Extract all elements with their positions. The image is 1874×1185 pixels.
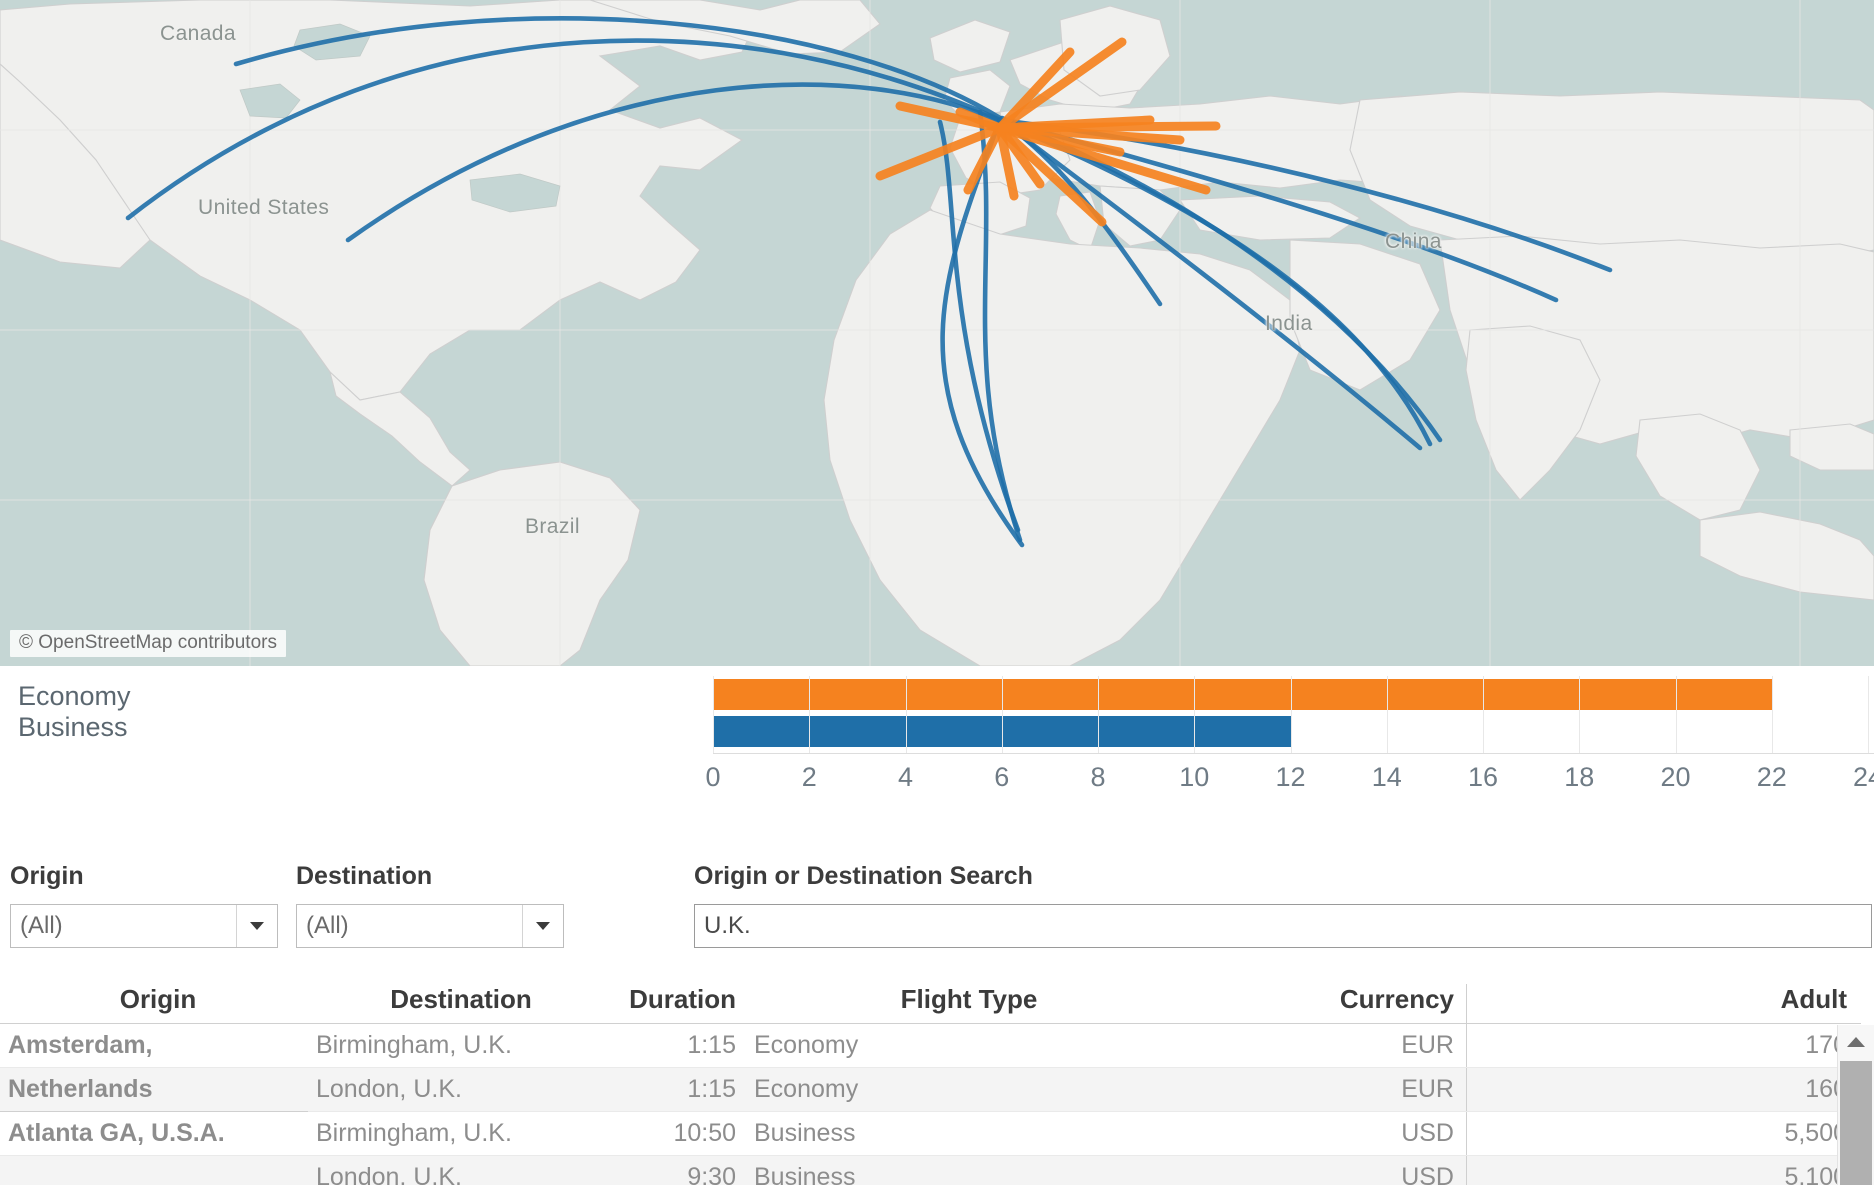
cell-origin: Netherlands — [0, 1067, 308, 1112]
chevron-down-icon[interactable] — [236, 905, 277, 947]
cell-currency: USD — [1184, 1111, 1467, 1156]
x-tick-20: 20 — [1660, 762, 1691, 792]
chevron-down-icon[interactable] — [522, 905, 563, 947]
table-row[interactable]: London, U.K. 9:30 Business USD 5,100 — [0, 1155, 1861, 1185]
cell-currency: EUR — [1184, 1023, 1467, 1068]
origin-dropdown-value: (All) — [20, 912, 63, 939]
filter-bar: Origin (All) Destination (All) Origin or… — [0, 856, 1874, 984]
destination-dropdown[interactable]: (All) — [296, 904, 564, 948]
cell-adult: 160 — [1466, 1067, 1861, 1112]
x-tick-10: 10 — [1179, 762, 1210, 792]
x-axis-tick-labels: 024681012141618202224 — [0, 762, 1874, 802]
table-body: Amsterdam, Birmingham, U.K. 1:15 Economy EUR… — [0, 1023, 1861, 1185]
column-header-destination[interactable]: Destination — [308, 984, 606, 1024]
column-header-origin[interactable]: Origin — [0, 984, 308, 1024]
cell-destination: London, U.K. — [308, 1067, 606, 1112]
cell-adult: 170 — [1466, 1023, 1861, 1068]
flights-table[interactable]: Origin Destination Duration Flight Type … — [0, 984, 1874, 1185]
destination-dropdown-value: (All) — [306, 912, 349, 939]
gridline — [1868, 676, 1869, 753]
x-tick-12: 12 — [1275, 762, 1306, 792]
gridline — [1098, 676, 1099, 753]
x-tick-16: 16 — [1467, 762, 1499, 792]
x-axis-line — [713, 753, 1874, 754]
cell-flight-type: Economy — [748, 1067, 1184, 1112]
column-header-currency[interactable]: Currency — [1184, 984, 1467, 1024]
x-tick-18: 18 — [1564, 762, 1595, 792]
x-tick-14: 14 — [1371, 762, 1402, 792]
route-map[interactable]: .land { fill:#f0f0ee; stroke:#cfcfcf; st… — [0, 0, 1874, 666]
bar-economy[interactable] — [713, 679, 1772, 710]
map-canvas: .land { fill:#f0f0ee; stroke:#cfcfcf; st… — [0, 0, 1874, 666]
x-tick-24: 24 — [1852, 762, 1874, 792]
cell-duration: 1:15 — [606, 1067, 748, 1112]
x-tick-4: 4 — [897, 762, 914, 792]
column-header-duration[interactable]: Duration — [606, 984, 748, 1024]
gridline — [809, 676, 811, 753]
x-tick-8: 8 — [1090, 762, 1106, 792]
gridline — [1386, 676, 1388, 753]
gridline — [1290, 676, 1292, 753]
flight-type-bar-chart: Economy Business 024681012141618202224 — [0, 666, 1874, 856]
cell-adult: 5,100 — [1466, 1155, 1861, 1185]
table-vertical-scrollbar[interactable] — [1837, 1025, 1874, 1185]
cell-destination: Birmingham, U.K. — [308, 1023, 606, 1068]
gridline — [1579, 676, 1581, 753]
flight-dashboard: .land { fill:#f0f0ee; stroke:#cfcfcf; st… — [0, 0, 1874, 1185]
gridline — [1771, 676, 1773, 753]
bar-category-business: Business — [18, 712, 128, 742]
cell-destination: London, U.K. — [308, 1155, 606, 1185]
cell-origin: Amsterdam, — [0, 1023, 308, 1068]
destination-filter-label: Destination — [296, 862, 433, 890]
column-header-adult[interactable]: Adult — [1466, 984, 1861, 1024]
x-tick-2: 2 — [801, 762, 817, 792]
gridline — [1001, 676, 1003, 753]
origin-filter-label: Origin — [10, 862, 84, 890]
cell-flight-type: Business — [748, 1155, 1184, 1185]
osm-attribution[interactable]: © OpenStreetMap contributors — [10, 630, 286, 657]
cell-currency: USD — [1184, 1155, 1467, 1185]
table-row[interactable]: Netherlands London, U.K. 1:15 Economy EUR 160 — [0, 1067, 1861, 1112]
bar-chart-category-labels: Economy Business — [18, 681, 131, 743]
scrollbar-thumb[interactable] — [1840, 1061, 1872, 1185]
column-header-flight-type[interactable]: Flight Type — [748, 984, 1184, 1024]
x-tick-22: 22 — [1756, 762, 1787, 792]
x-tick-0: 0 — [705, 762, 721, 792]
cell-duration: 10:50 — [606, 1111, 748, 1156]
x-tick-6: 6 — [994, 762, 1010, 792]
search-filter-label: Origin or Destination Search — [694, 862, 1033, 890]
origin-dropdown[interactable]: (All) — [10, 904, 278, 948]
table-header-row: Origin Destination Duration Flight Type … — [0, 984, 1861, 1024]
bar-category-economy: Economy — [18, 681, 131, 711]
cell-destination: Birmingham, U.K. — [308, 1111, 606, 1156]
cell-duration: 9:30 — [606, 1155, 748, 1185]
cell-currency: EUR — [1184, 1067, 1467, 1112]
cell-duration: 1:15 — [606, 1023, 748, 1068]
search-input[interactable]: U.K. — [694, 904, 1872, 948]
gridline — [1483, 676, 1484, 753]
cell-flight-type: Business — [748, 1111, 1184, 1156]
cell-origin — [0, 1155, 308, 1185]
gridline — [905, 676, 907, 753]
gridline — [1194, 676, 1196, 753]
cell-origin: Atlanta GA, U.S.A. — [0, 1111, 308, 1156]
bar-plot-area — [713, 676, 1869, 753]
cell-adult: 5,500 — [1466, 1111, 1861, 1156]
table-row[interactable]: Atlanta GA, U.S.A. Birmingham, U.K. 10:50 B… — [0, 1111, 1861, 1156]
cell-flight-type: Economy — [748, 1023, 1184, 1068]
table-row[interactable]: Amsterdam, Birmingham, U.K. 1:15 Economy EUR… — [0, 1023, 1861, 1068]
gridline — [1675, 676, 1677, 753]
scroll-up-icon[interactable] — [1838, 1025, 1874, 1059]
gridline — [713, 676, 714, 753]
